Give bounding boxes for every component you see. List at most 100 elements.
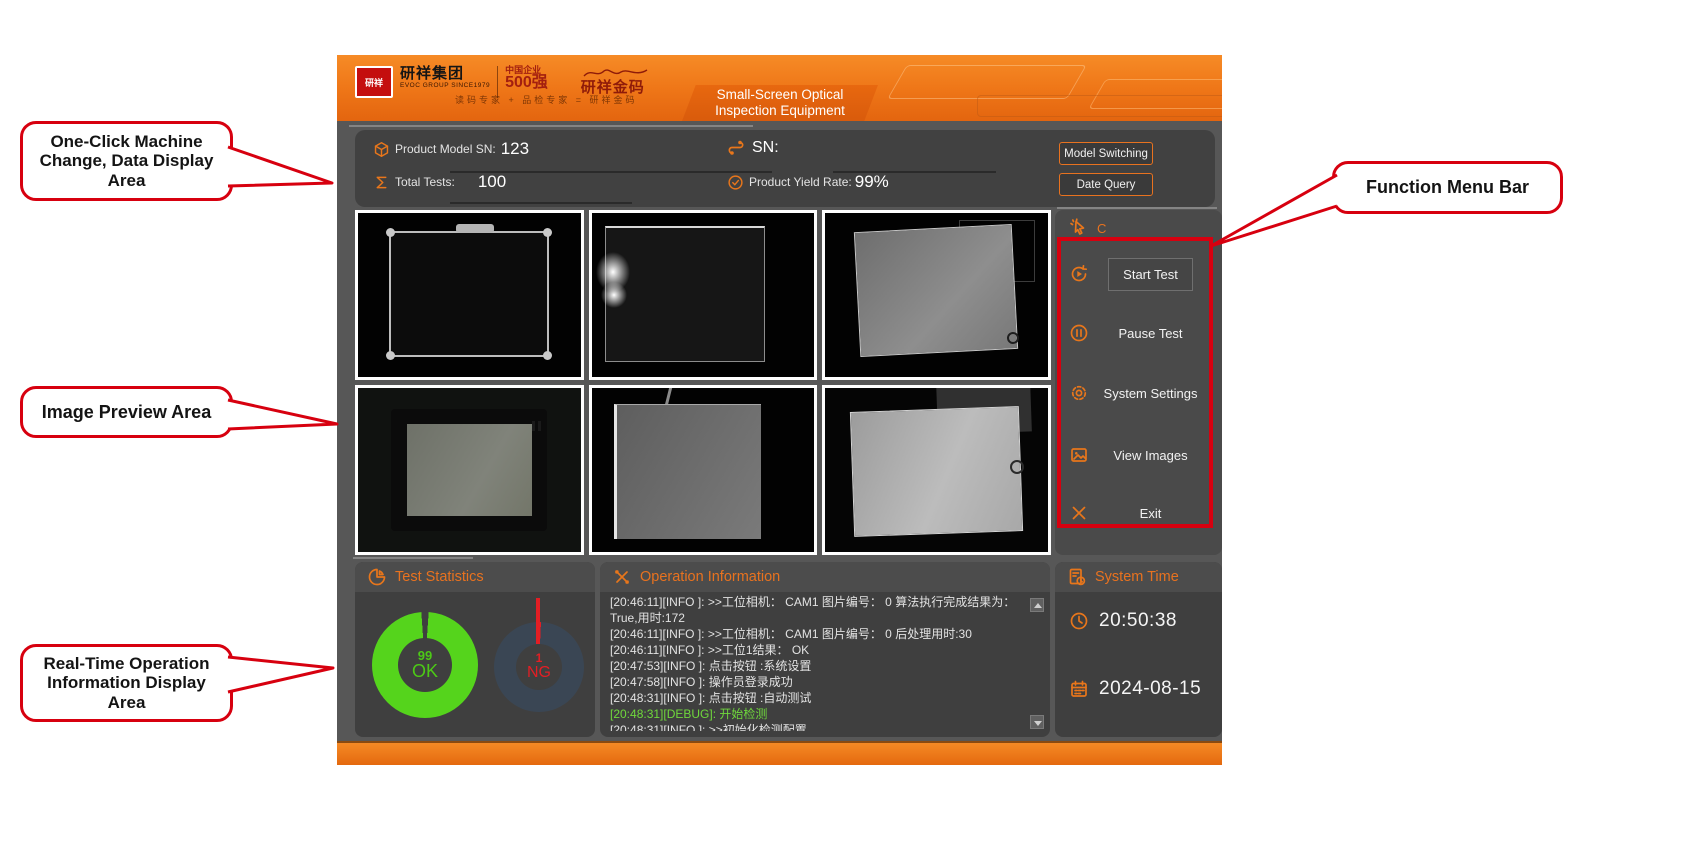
sigma-icon <box>373 174 390 191</box>
log-line: [20:46:11][INFO ]: >>工位相机： CAM1 图片编号： 0 … <box>610 594 1026 626</box>
callout-pointer-tail <box>228 147 332 186</box>
clamp-shape <box>456 224 494 233</box>
circle-mark-shape <box>1010 460 1024 474</box>
callout-realtime-info-area: Real-Time Operation Information Display … <box>20 644 233 722</box>
page: 研祥 研祥集团 EVOC GROUP SINCE1979 中国企业 500强 研… <box>0 0 1688 861</box>
logo-group-name-en: EVOC GROUP SINCE1979 <box>400 83 490 90</box>
callout-text: One-Click Machine Change, Data Display A… <box>33 132 220 189</box>
calendar-icon <box>1069 679 1089 699</box>
panel-shape <box>614 404 761 539</box>
callout-pointer-tail <box>228 657 333 692</box>
log-line: [20:46:11][INFO ]: >>工位相机： CAM1 图片编号： 0 … <box>610 626 1026 642</box>
image-preview-grid <box>355 210 1051 555</box>
circuit-decoration <box>887 65 1087 99</box>
menu-header: C <box>1055 210 1222 238</box>
callout-text: Function Menu Bar <box>1366 177 1529 197</box>
log-line: [20:48:31][INFO ]: 点击按钮 :自动测试 <box>610 690 1026 706</box>
panel-keyline <box>349 125 753 127</box>
cube-icon <box>373 141 390 158</box>
panel-keyline <box>1057 207 1217 209</box>
ok-donut-center: 99 OK <box>372 612 478 718</box>
log-line-debug: [20:48:31][DEBUG]: 开始检测 <box>610 706 1026 722</box>
camera-preview-5 <box>589 385 818 555</box>
log-line: [20:46:11][INFO ]: >>工位1结果： OK <box>610 642 1026 658</box>
yield-rate-label: Product Yield Rate: <box>749 175 852 189</box>
camera-preview-4 <box>355 385 584 555</box>
logo-group-name: 研祥集团 <box>400 66 490 81</box>
test-statistics-title: Test Statistics <box>395 569 484 585</box>
circuit-decoration <box>977 95 1222 117</box>
ok-label: OK <box>412 662 438 681</box>
callout-text: Real-Time Operation Information Display … <box>33 654 220 711</box>
sn-label: SN: <box>752 139 779 157</box>
product-model-label: Product Model SN: <box>395 142 496 156</box>
callout-data-display-area: One-Click Machine Change, Data Display A… <box>20 121 233 201</box>
total-tests-field: Total Tests: 100 <box>373 172 506 192</box>
camera-preview-2 <box>589 210 818 380</box>
document-clock-icon <box>1067 567 1087 587</box>
app-title-banner: Small-Screen Optical Inspection Equipmen… <box>682 85 878 121</box>
brand-text-block: 研祥金码 <box>581 66 651 95</box>
system-time-header: System Time <box>1055 562 1222 592</box>
system-time-title: System Time <box>1095 569 1179 585</box>
menu-header-label: C <box>1097 221 1106 236</box>
log-line: [20:48:31][INFO ]: >>初始化检测配置 <box>610 722 1026 731</box>
scroll-down-button[interactable] <box>1030 715 1044 729</box>
rank-number: 500强 <box>505 75 548 91</box>
log-line: [20:47:58][INFO ]: 操作员登录成功 <box>610 674 1026 690</box>
operation-info-title: Operation Information <box>640 569 780 585</box>
field-underline <box>450 202 632 204</box>
brand-tagline: 读码专家 + 品检专家 = 研祥金码 <box>455 93 638 106</box>
crossed-tools-icon <box>612 567 632 587</box>
sn-field[interactable]: SN: <box>727 138 784 158</box>
panel-frame-shape <box>391 409 547 530</box>
log-line: [20:47:53][INFO ]: 点击按钮 :系统设置 <box>610 658 1026 674</box>
pie-chart-icon <box>367 567 387 587</box>
panel-shape <box>853 224 1017 357</box>
function-menu-highlight-box <box>1057 237 1213 528</box>
camera-preview-6 <box>822 385 1051 555</box>
app-header: 研祥 研祥集团 EVOC GROUP SINCE1979 中国企业 500强 研… <box>337 55 1222 121</box>
model-switching-button[interactable]: Model Switching <box>1059 142 1153 165</box>
scroll-up-button[interactable] <box>1030 598 1044 612</box>
total-tests-label: Total Tests: <box>395 175 455 189</box>
date-query-button[interactable]: Date Query <box>1059 173 1153 196</box>
callout-pointer-tail <box>1211 175 1337 246</box>
evoc-logo-icon: 研祥 <box>355 66 393 98</box>
panel-shape <box>605 226 765 362</box>
panel-keyline <box>353 557 473 559</box>
script-flourish-icon <box>581 66 651 80</box>
panel-frame-shape <box>389 231 549 357</box>
product-model-field: Product Model SN: 123 <box>373 139 529 159</box>
callout-text: Image Preview Area <box>42 402 211 422</box>
camera-preview-1 <box>355 210 584 380</box>
current-time: 20:50:38 <box>1099 610 1177 632</box>
test-statistics-header: Test Statistics <box>355 562 595 592</box>
camera-preview-3 <box>822 210 1051 380</box>
panel-shape <box>850 406 1023 536</box>
operation-info-header: Operation Information <box>600 562 1050 592</box>
operation-info-panel: Operation Information [20:46:11][INFO ]:… <box>600 562 1050 737</box>
app-title-line2: Inspection Equipment <box>715 103 845 119</box>
app-footer-strip <box>337 741 1222 765</box>
glare-shape <box>601 282 627 308</box>
yield-rate-value: 99% <box>855 172 889 192</box>
log-area[interactable]: [20:46:11][INFO ]: >>工位相机： CAM1 图片编号： 0 … <box>610 594 1026 731</box>
callout-function-menu-bar: Function Menu Bar <box>1332 161 1563 214</box>
ng-count: 1 <box>536 652 543 665</box>
yield-rate-field: Product Yield Rate: 99% <box>727 172 889 192</box>
click-pointer-icon <box>1069 218 1089 238</box>
current-date-row: 2024-08-15 <box>1069 678 1201 700</box>
route-icon <box>727 138 747 158</box>
ok-donut-chart: 99 OK <box>372 612 478 718</box>
clock-icon <box>1069 611 1089 631</box>
ng-label: NG <box>527 665 551 682</box>
app-title-line1: Small-Screen Optical <box>717 87 844 103</box>
callout-image-preview-area: Image Preview Area <box>20 386 233 438</box>
system-time-panel: System Time 20:50:38 2024-08-15 <box>1055 562 1222 737</box>
rank-text-block: 中国企业 500强 <box>505 66 548 91</box>
logo-text-block: 研祥集团 EVOC GROUP SINCE1979 <box>400 66 490 90</box>
ng-slice-marker <box>536 598 540 644</box>
current-date: 2024-08-15 <box>1099 678 1201 700</box>
test-statistics-panel: Test Statistics 99 OK 1 NG <box>355 562 595 737</box>
